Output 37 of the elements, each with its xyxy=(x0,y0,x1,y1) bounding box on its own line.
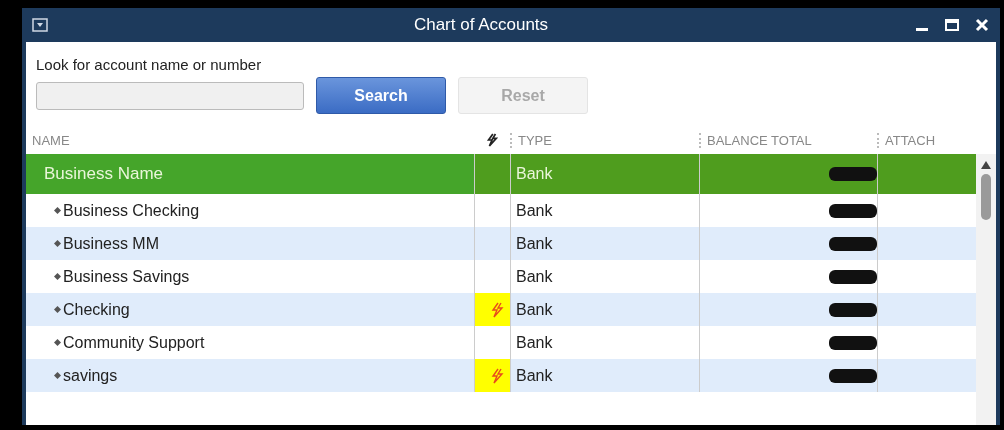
menu-icon[interactable] xyxy=(32,18,48,32)
account-type: Bank xyxy=(516,201,553,220)
account-name[interactable]: Community Support xyxy=(63,333,205,352)
account-name[interactable]: Business Savings xyxy=(63,267,190,286)
column-header[interactable]: BALANCE TOTAL xyxy=(699,132,877,148)
diamond-icon xyxy=(54,339,61,346)
account-name[interactable]: Checking xyxy=(63,300,130,319)
account-type: Bank xyxy=(516,165,553,183)
window-title: Chart of Accounts xyxy=(412,15,550,35)
account-type: Bank xyxy=(516,267,553,286)
scroll-thumb[interactable] xyxy=(981,174,991,220)
account-type: Bank xyxy=(516,234,553,253)
account-type: Bank xyxy=(516,366,553,385)
scroll-up-icon[interactable] xyxy=(980,160,992,170)
account-type: Bank xyxy=(516,300,553,319)
search-field[interactable] xyxy=(36,81,304,110)
search-label: Look for account name or number xyxy=(36,56,263,73)
search-button[interactable]: Search xyxy=(316,77,446,114)
account-name[interactable]: savings xyxy=(63,366,118,385)
lightning-icon xyxy=(490,301,504,318)
account-type: Bank xyxy=(516,333,553,352)
diamond-icon xyxy=(54,306,61,313)
account-name[interactable]: Business Checking xyxy=(63,201,200,220)
scrollbar[interactable] xyxy=(976,154,996,425)
diamond-icon xyxy=(54,273,61,280)
account-name[interactable]: Business Name xyxy=(26,154,474,194)
lightning-icon xyxy=(490,367,504,384)
maximize-icon[interactable] xyxy=(944,17,960,33)
diamond-icon xyxy=(54,240,61,247)
lightning-icon[interactable] xyxy=(486,132,498,148)
diamond-icon xyxy=(54,207,61,214)
close-icon[interactable] xyxy=(974,17,990,33)
column-header[interactable]: TYPE xyxy=(510,132,699,148)
column-header[interactable]: ATTACH xyxy=(877,132,976,148)
diamond-icon xyxy=(54,372,61,379)
account-name[interactable]: Business MM xyxy=(63,234,160,253)
column-header[interactable]: NAME xyxy=(26,132,474,148)
